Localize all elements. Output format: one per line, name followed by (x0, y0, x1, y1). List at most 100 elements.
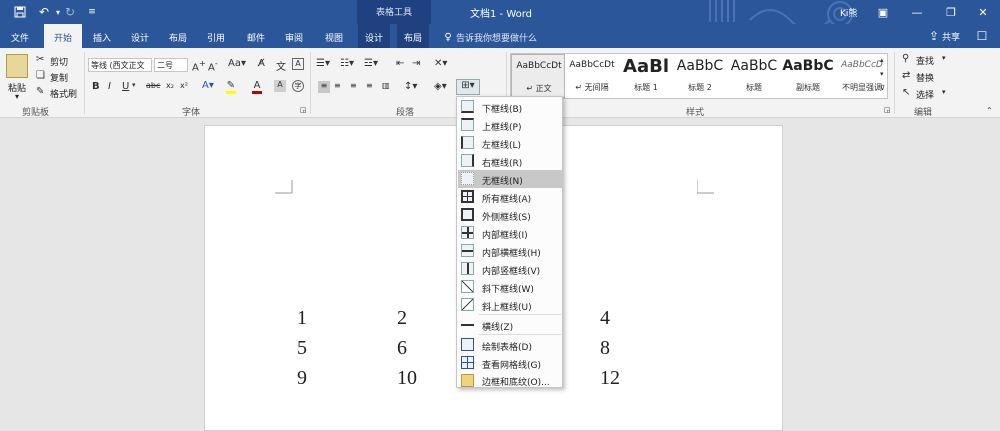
comments-icon[interactable]: ☐ (974, 28, 990, 44)
replace-icon[interactable]: ⇄ (902, 70, 910, 81)
menu-item-diagonal-up-border[interactable]: 斜上框线(U) (458, 296, 562, 314)
collapse-ribbon-icon[interactable]: ⌃ (986, 106, 993, 115)
bold-icon[interactable]: B (92, 81, 100, 92)
tab-table-design[interactable]: 设计 (358, 24, 390, 48)
cut-button[interactable]: 剪切 (50, 55, 68, 68)
replace-button[interactable]: 替换 (916, 71, 934, 84)
menu-item-view-gridlines[interactable]: 查看网格线(G) (458, 354, 562, 372)
phonetic-guide-icon[interactable]: 文 (276, 58, 286, 73)
menu-item-diagonal-down-border[interactable]: 斜下框线(W) (458, 278, 562, 296)
tab-layout[interactable]: 布局 (162, 24, 194, 48)
change-case-icon[interactable]: Aa▾ (228, 58, 246, 69)
decrease-indent-icon[interactable]: ⇤ (396, 58, 404, 69)
font-size-select[interactable]: 二号 (154, 58, 188, 72)
style-no-spacing[interactable]: AaBbCcDt ↵ 无间隔 (565, 54, 619, 98)
superscript-icon[interactable]: x² (180, 81, 188, 90)
shading-icon[interactable]: ◈▾ (434, 81, 447, 92)
multilevel-list-icon[interactable]: ☲▾ (364, 58, 378, 69)
tab-file[interactable]: 文件 (4, 24, 36, 48)
menu-item-draw-table[interactable]: 绘制表格(D) (458, 336, 562, 354)
justify-icon[interactable]: ≡ (366, 81, 373, 90)
style-heading-2[interactable]: AaBbC 标题 2 (673, 54, 727, 98)
find-button[interactable]: 查找 (916, 54, 934, 67)
menu-item-borders-and-shading[interactable]: 边框和底纹(O)... (458, 372, 562, 388)
menu-item-horizontal-line[interactable]: 横线(Z) (458, 316, 562, 334)
select-dropdown-icon[interactable]: ▾ (942, 88, 946, 96)
table-cell[interactable]: 8 (600, 337, 610, 360)
styles-dialog-launcher-icon[interactable]: ◲ (884, 106, 891, 114)
text-effects-icon[interactable]: A▾ (202, 80, 214, 91)
line-spacing-icon[interactable]: ↕▾ (404, 81, 417, 92)
paste-icon[interactable] (6, 54, 28, 78)
table-cell[interactable]: 5 (297, 337, 307, 360)
enclose-chars-icon[interactable]: A (292, 58, 304, 70)
font-dialog-launcher-icon[interactable]: ◲ (300, 106, 307, 114)
menu-item-outside-borders[interactable]: 外侧框线(S) (458, 206, 562, 224)
align-center-icon[interactable]: ≡ (334, 81, 341, 90)
menu-item-inside-borders[interactable]: 内部框线(I) (458, 224, 562, 242)
enclose-icon[interactable]: 字 (292, 80, 304, 92)
align-right-icon[interactable]: ≡ (350, 81, 357, 90)
tab-table-layout[interactable]: 布局 (397, 24, 429, 48)
save-icon[interactable] (12, 4, 28, 20)
font-color-icon[interactable]: A (252, 80, 262, 94)
find-dropdown-icon[interactable]: ▾ (942, 54, 946, 62)
table-cell[interactable]: 4 (600, 307, 610, 330)
tab-view[interactable]: 视图 (318, 24, 350, 48)
strikethrough-icon[interactable]: abc (146, 81, 160, 90)
char-shading-icon[interactable]: A (274, 80, 286, 92)
numbering-icon[interactable]: ☷▾ (340, 58, 354, 69)
menu-item-inside-horizontal-border[interactable]: 内部横框线(H) (458, 242, 562, 260)
style-subtitle[interactable]: AaBbC 副标题 (781, 54, 835, 98)
style-normal[interactable]: AaBbCcDt ↵ 正文 (511, 54, 565, 98)
chinese-layout-icon[interactable]: ✕▾ (434, 58, 447, 69)
tell-me-box[interactable]: 告诉我你想要做什么 (456, 31, 537, 44)
tab-references[interactable]: 引用 (200, 24, 232, 48)
subscript-icon[interactable]: x₂ (166, 81, 174, 90)
font-name-select[interactable]: 等线 (西文正文 (88, 58, 152, 72)
clear-formatting-icon[interactable]: A̸ (258, 58, 265, 69)
close-icon[interactable]: ✕ (966, 0, 1000, 24)
italic-icon[interactable]: I (108, 81, 111, 92)
table-cell[interactable]: 2 (397, 307, 407, 330)
shrink-font-icon[interactable]: A- (208, 58, 218, 73)
redo-icon[interactable]: ↻ (62, 4, 78, 20)
tab-insert[interactable]: 插入 (86, 24, 118, 48)
share-icon[interactable]: ⇪ (926, 28, 942, 44)
table-cell[interactable]: 12 (600, 367, 620, 390)
style-title[interactable]: AaBbC 标题 (727, 54, 781, 98)
distributed-icon[interactable]: ▥ (382, 81, 390, 90)
format-painter-button[interactable]: 格式刷 (50, 87, 77, 100)
tab-review[interactable]: 审阅 (278, 24, 310, 48)
grow-font-icon[interactable]: A+ (192, 58, 206, 73)
underline-icon[interactable]: U (122, 81, 129, 92)
copy-button[interactable]: 复制 (50, 71, 68, 84)
bullets-icon[interactable]: ☰▾ (316, 58, 330, 69)
table-cell[interactable]: 1 (297, 307, 307, 330)
borders-button-icon[interactable]: ⊞▾ (456, 79, 480, 95)
styles-more-icon[interactable]: ⊽ (880, 84, 885, 92)
tab-home[interactable]: 开始 (44, 24, 82, 48)
style-heading-1[interactable]: AaBl 标题 1 (619, 54, 673, 98)
select-icon[interactable]: ↖ (902, 87, 910, 98)
table-cell[interactable]: 9 (297, 367, 307, 390)
customize-icon[interactable]: ≡ (84, 4, 100, 20)
tab-design[interactable]: 设计 (124, 24, 156, 48)
user-name[interactable]: Ki熊 (840, 6, 857, 19)
menu-item-right-border[interactable]: 右框线(R) (458, 152, 562, 170)
align-left-icon[interactable]: ≡ (318, 81, 330, 93)
paste-dropdown-icon[interactable]: ▾ (15, 92, 19, 101)
minimize-icon[interactable]: — (900, 0, 934, 24)
copy-icon[interactable]: ❏ (36, 70, 45, 81)
table-cell[interactable]: 10 (397, 367, 417, 390)
share-button[interactable]: 共享 (942, 30, 960, 43)
menu-item-left-border[interactable]: 左框线(L) (458, 134, 562, 152)
restore-icon[interactable]: ❐ (934, 0, 968, 24)
menu-item-all-borders[interactable]: 所有框线(A) (458, 188, 562, 206)
styles-scroll-down-icon[interactable]: ▾ (880, 70, 884, 78)
menu-item-bottom-border[interactable]: 下框线(B) (458, 98, 562, 116)
select-button[interactable]: 选择 (916, 88, 934, 101)
cut-icon[interactable]: ✂ (36, 54, 44, 65)
find-icon[interactable]: ⚲ (902, 53, 909, 64)
format-painter-icon[interactable]: ✎ (36, 86, 44, 97)
